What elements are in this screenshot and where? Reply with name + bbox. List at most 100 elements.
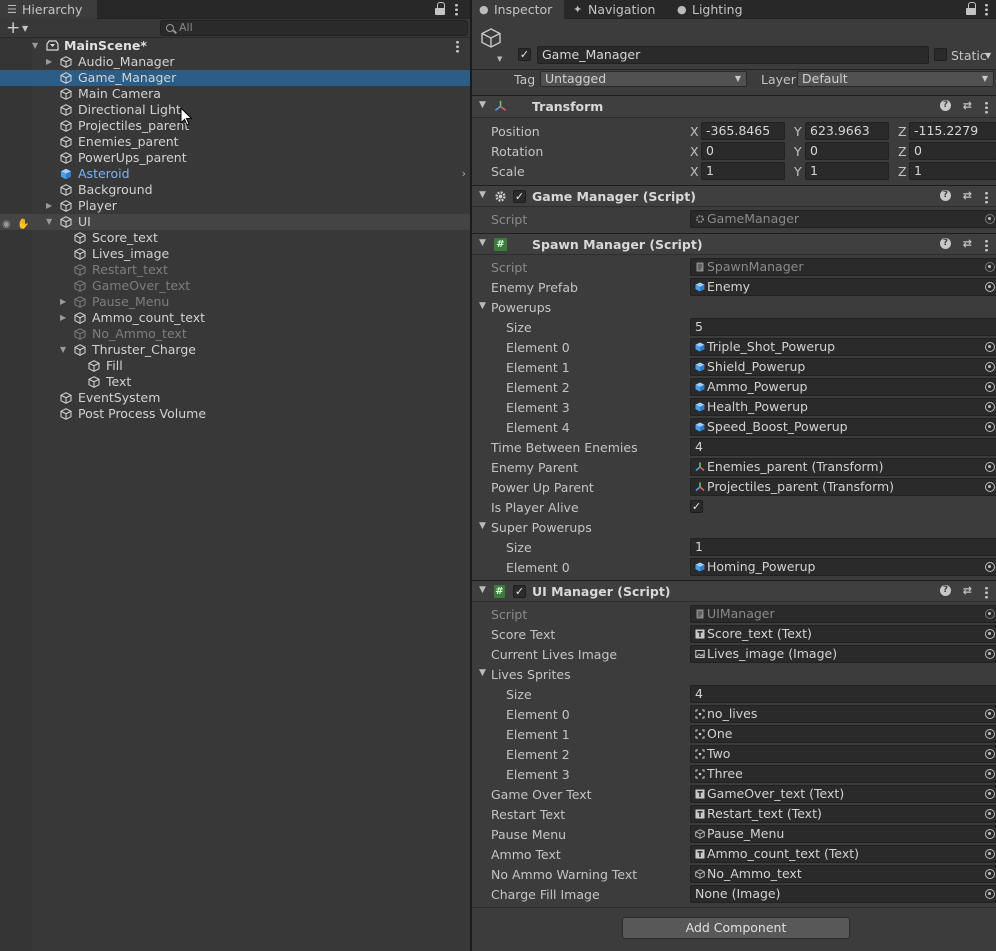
fold-open-icon[interactable]: ▼: [479, 521, 486, 531]
object-picker-icon[interactable]: [985, 709, 995, 719]
lock-icon[interactable]: [435, 2, 445, 16]
hierarchy-item[interactable]: ▶ Player: [0, 198, 470, 214]
number-input[interactable]: 1: [690, 538, 996, 556]
inspector-lock-icon[interactable]: [966, 2, 976, 16]
ui-manager-header[interactable]: ▼ # ✓ UI Manager (Script) ? ⇄: [472, 580, 996, 602]
hierarchy-item[interactable]: ▼ MainScene*: [0, 38, 470, 54]
object-picker-icon[interactable]: [985, 789, 995, 799]
is-player-alive-checkbox[interactable]: ✓: [690, 500, 703, 513]
component-more-icon[interactable]: [985, 239, 988, 252]
object-picker-icon[interactable]: [985, 869, 995, 879]
hierarchy-item[interactable]: Enemies_parent: [0, 134, 470, 150]
object-picker-icon[interactable]: [985, 829, 995, 839]
object-picker-icon[interactable]: [985, 282, 995, 292]
help-icon[interactable]: ?: [940, 190, 951, 201]
object-field[interactable]: Projectiles_parent (Transform): [690, 478, 996, 496]
fold-open-icon[interactable]: ▼: [479, 668, 486, 678]
hierarchy-item[interactable]: Directional Light: [0, 102, 470, 118]
add-component-button[interactable]: Add Component: [622, 917, 850, 939]
hierarchy-item[interactable]: ▶ Ammo_count_text: [0, 310, 470, 326]
hierarchy-item[interactable]: No_Ammo_text: [0, 326, 470, 342]
component-more-icon[interactable]: [985, 191, 988, 204]
number-input[interactable]: 5: [690, 318, 996, 336]
object-picker-icon[interactable]: [985, 629, 995, 639]
help-icon[interactable]: ?: [940, 585, 951, 596]
object-picker-icon[interactable]: [985, 562, 995, 572]
presets-icon[interactable]: ⇄: [963, 584, 972, 597]
fold-closed-icon[interactable]: ▶: [60, 294, 66, 310]
fold-arrow-icon[interactable]: ▼: [479, 100, 486, 110]
hierarchy-item[interactable]: ▼ UI ◉ ✋: [0, 214, 470, 230]
static-checkbox[interactable]: [934, 48, 947, 61]
object-field[interactable]: GameOver_text (Text): [690, 785, 996, 803]
plus-icon[interactable]: +: [6, 20, 20, 37]
fold-open-icon[interactable]: ▼: [32, 38, 38, 54]
object-picker-icon[interactable]: [985, 342, 995, 352]
object-field[interactable]: Health_Powerup: [690, 398, 996, 416]
component-more-icon[interactable]: [985, 586, 988, 599]
fold-arrow-icon[interactable]: ▼: [479, 190, 486, 200]
object-picker-icon[interactable]: [985, 769, 995, 779]
game-manager-header[interactable]: ▼ ✓ Game Manager (Script) ? ⇄: [472, 185, 996, 207]
more-icon[interactable]: [455, 3, 458, 16]
icon-dropdown-icon[interactable]: ▼: [497, 55, 502, 63]
fold-open-icon[interactable]: ▼: [46, 214, 52, 230]
help-icon[interactable]: ?: [940, 238, 951, 249]
gameobject-active-checkbox[interactable]: ✓: [518, 48, 531, 61]
object-field[interactable]: Enemy: [690, 278, 996, 296]
hierarchy-item[interactable]: Text: [0, 374, 470, 390]
fold-closed-icon[interactable]: ▶: [46, 54, 52, 70]
gameobject-cube-icon[interactable]: [480, 27, 502, 49]
tab-hierarchy[interactable]: ☰ Hierarchy: [0, 0, 97, 19]
object-picker-icon[interactable]: [985, 482, 995, 492]
object-field[interactable]: Restart_text (Text): [690, 805, 996, 823]
object-picker-icon[interactable]: [985, 362, 995, 372]
help-icon[interactable]: ?: [940, 100, 951, 111]
chevron-right-icon[interactable]: ›: [462, 166, 466, 182]
hierarchy-item[interactable]: Projectiles_parent: [0, 118, 470, 134]
hierarchy-item[interactable]: Background: [0, 182, 470, 198]
transform-scale-x-input[interactable]: 1: [701, 162, 785, 180]
spawn-manager-header[interactable]: ▼ # Spawn Manager (Script) ? ⇄: [472, 233, 996, 255]
transform-position-y-input[interactable]: 623.9663: [805, 122, 889, 140]
hierarchy-item[interactable]: Main Camera: [0, 86, 470, 102]
hierarchy-item[interactable]: Fill: [0, 358, 470, 374]
object-picker-icon[interactable]: [985, 649, 995, 659]
object-picker-icon[interactable]: [985, 422, 995, 432]
transform-rotation-z-input[interactable]: 0: [909, 142, 996, 160]
transform-rotation-x-input[interactable]: 0: [701, 142, 785, 160]
object-field[interactable]: Shield_Powerup: [690, 358, 996, 376]
object-field[interactable]: no_lives: [690, 705, 996, 723]
object-field[interactable]: No_Ammo_text: [690, 865, 996, 883]
presets-icon[interactable]: ⇄: [963, 237, 972, 250]
tab-lighting[interactable]: ● Lighting: [670, 0, 760, 19]
object-picker-icon[interactable]: [985, 809, 995, 819]
number-input[interactable]: 4: [690, 685, 996, 703]
object-picker-icon[interactable]: [985, 402, 995, 412]
hierarchy-item[interactable]: Asteroid ›: [0, 166, 470, 182]
hierarchy-item[interactable]: Game_Manager: [0, 70, 470, 86]
hierarchy-item[interactable]: ▶ Audio_Manager: [0, 54, 470, 70]
transform-scale-z-input[interactable]: 1: [909, 162, 996, 180]
scene-more-icon[interactable]: [456, 40, 459, 53]
object-field[interactable]: Ammo_Powerup: [690, 378, 996, 396]
number-input[interactable]: 4: [690, 438, 996, 456]
object-picker-icon[interactable]: [985, 729, 995, 739]
transform-rotation-y-input[interactable]: 0: [805, 142, 889, 160]
object-field[interactable]: Two: [690, 745, 996, 763]
object-field[interactable]: One: [690, 725, 996, 743]
tab-navigation[interactable]: ✦ Navigation: [566, 0, 670, 19]
object-field[interactable]: Speed_Boost_Powerup: [690, 418, 996, 436]
object-picker-icon[interactable]: [985, 609, 995, 619]
presets-icon[interactable]: ⇄: [963, 99, 972, 112]
hierarchy-item[interactable]: ▼ Thruster_Charge: [0, 342, 470, 358]
object-picker-icon[interactable]: [985, 462, 995, 472]
transform-header[interactable]: ▼ Transform ? ⇄: [472, 95, 996, 118]
component-more-icon[interactable]: [985, 101, 988, 114]
fold-arrow-icon[interactable]: ▼: [479, 238, 486, 248]
hierarchy-item[interactable]: Restart_text: [0, 262, 470, 278]
transform-scale-y-input[interactable]: 1: [805, 162, 889, 180]
transform-position-z-input[interactable]: -115.2279: [909, 122, 996, 140]
object-field[interactable]: Ammo_count_text (Text): [690, 845, 996, 863]
layer-dropdown[interactable]: Default: [797, 71, 994, 87]
